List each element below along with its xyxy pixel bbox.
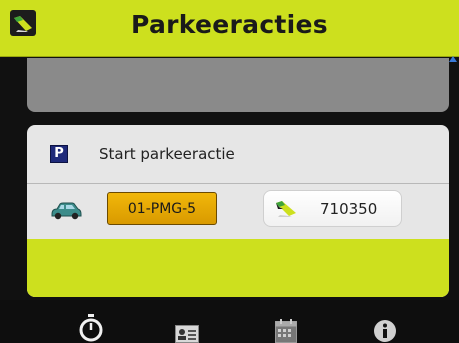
license-plate-button[interactable]: 01-PMG-5 bbox=[107, 192, 217, 225]
bottom-tab-bar bbox=[0, 300, 459, 343]
calendar-icon bbox=[275, 319, 297, 343]
car-icon bbox=[49, 201, 83, 221]
start-parking-row[interactable]: P Start parkeeractie bbox=[27, 125, 449, 184]
tab-calendar[interactable] bbox=[256, 300, 316, 343]
app-header: Parkeeracties bbox=[0, 0, 459, 57]
vehicle-zone-row: 01-PMG-5 710350 bbox=[27, 184, 449, 239]
id-card-icon bbox=[175, 325, 199, 343]
scroll-up-arrow-icon[interactable] bbox=[449, 56, 457, 62]
tab-stopwatch[interactable] bbox=[61, 300, 121, 343]
parking-zone-icon bbox=[274, 200, 300, 218]
stopwatch-icon bbox=[78, 313, 104, 343]
start-parking-label: Start parkeeractie bbox=[99, 145, 235, 163]
parking-action-card: P Start parkeeractie 01-PMG-5 710350 bbox=[27, 125, 449, 297]
zone-code-label: 710350 bbox=[320, 200, 378, 218]
tab-id-card[interactable] bbox=[157, 300, 217, 343]
parking-sign-icon: P bbox=[50, 145, 68, 163]
info-icon bbox=[373, 319, 397, 343]
tab-info[interactable] bbox=[355, 300, 415, 343]
accent-footer-row bbox=[27, 239, 449, 297]
status-panel bbox=[27, 58, 449, 112]
page-title: Parkeeracties bbox=[131, 10, 328, 39]
parking-zone-button[interactable]: 710350 bbox=[263, 190, 402, 227]
